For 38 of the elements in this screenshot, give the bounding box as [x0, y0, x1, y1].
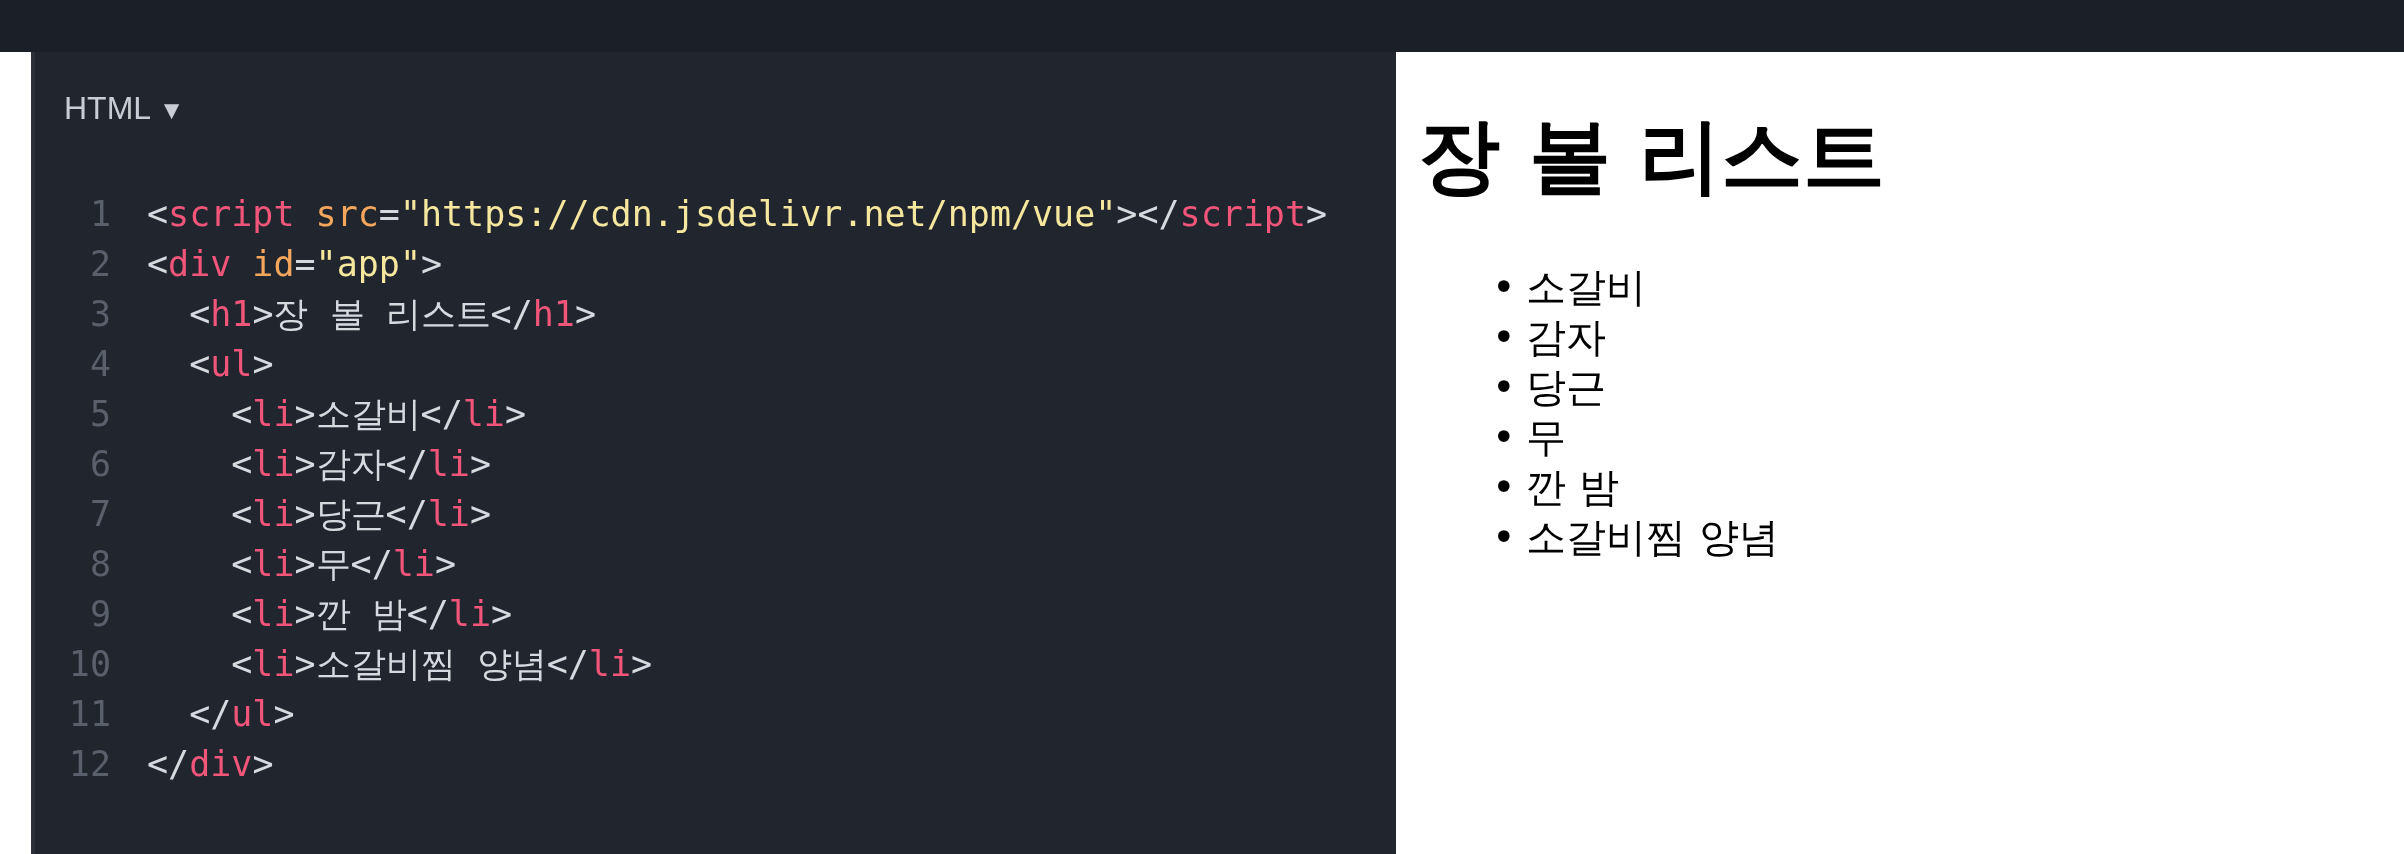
code-line: <div id="app">: [147, 244, 443, 284]
bullet: •: [1492, 263, 1517, 312]
line-number: 4: [88, 344, 111, 384]
code-line: <li>당근</li>: [230, 492, 491, 536]
language-dropdown[interactable]: HTML ▼: [35, 90, 185, 127]
code-line: <li>깐 밤</li>: [230, 592, 513, 636]
line-number: 12: [67, 744, 111, 784]
list-item: 소갈비찜 양념: [1526, 513, 1779, 562]
bullet: •: [1492, 313, 1517, 362]
code-line: <li>감자</li>: [230, 442, 491, 486]
line-number: 10: [67, 644, 111, 684]
line-number: 2: [88, 244, 111, 284]
list-item: 감자: [1526, 313, 1606, 362]
line-number: 7: [88, 494, 111, 534]
bullet: •: [1492, 513, 1517, 562]
code-line: <li>소갈비찜 양념</li>: [230, 642, 653, 686]
list-item: 무: [1526, 413, 1566, 462]
bullet: •: [1492, 413, 1517, 462]
code-line: <ul>: [188, 344, 274, 384]
line-number: 1: [88, 194, 111, 234]
code-line: </ul>: [188, 694, 295, 734]
line-number: 11: [67, 694, 111, 734]
code-line: <li>무</li>: [230, 542, 456, 586]
line-number: 3: [88, 294, 111, 334]
line-number: 5: [88, 394, 111, 434]
line-number: 8: [88, 544, 111, 584]
bullet: •: [1492, 463, 1517, 512]
bullet: •: [1492, 363, 1517, 412]
code-line: </div>: [147, 744, 274, 784]
list-item: 깐 밤: [1526, 463, 1619, 512]
code-line: <h1>장 볼 리스트</h1>: [188, 292, 596, 336]
code-line: <script src="https://cdn.jsdelivr.net/npm/vue"></script>: [147, 194, 1328, 234]
line-number: 6: [88, 444, 111, 484]
list-item: 당근: [1526, 363, 1606, 412]
list-item: 소갈비: [1526, 263, 1646, 312]
line-number: 9: [88, 594, 111, 634]
code-line: <li>소갈비</li>: [230, 392, 526, 436]
preview-heading: 장 볼 리스트: [1418, 107, 1887, 205]
